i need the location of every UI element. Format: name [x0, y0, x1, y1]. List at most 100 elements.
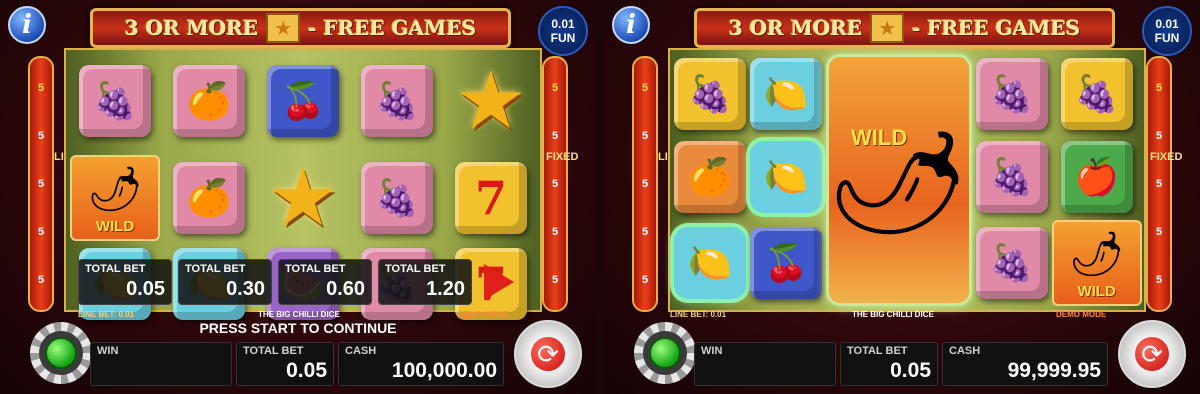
play-arrow-icon[interactable]	[484, 264, 514, 300]
rail-number: 5	[551, 274, 559, 286]
status-light-icon	[45, 337, 77, 369]
rail-number: 5	[551, 82, 559, 94]
plum-symbol: 🍇	[79, 64, 151, 137]
plum-symbol: 🍇	[975, 227, 1048, 299]
game-name: THE BIG CHILLI DICE	[258, 310, 340, 319]
lines-label: LINES	[658, 150, 690, 164]
demo-mode-label: DEMO MODE	[458, 310, 509, 319]
total-bet-display[interactable]: TOTAL BET 0.05	[840, 342, 938, 386]
bet-option-label: TOTAL BET	[285, 263, 346, 275]
title-suffix: - FREE GAMES	[912, 16, 1081, 40]
orange-symbol: 🍊	[173, 64, 245, 137]
rail-number: 5	[551, 178, 559, 190]
game-screen-right: i 3 OR MORE ★ - FREE GAMES 0.01 FUN 5 5 …	[604, 0, 1200, 394]
lines-rail-right: 5 5 5 5 5	[1146, 56, 1172, 312]
star-symbol: ★	[267, 153, 339, 242]
bet-option-label: TOTAL BET	[185, 263, 246, 275]
orange-symbol: 🍊	[173, 161, 245, 234]
rail-number: 5	[37, 226, 45, 238]
info-button[interactable]: i	[612, 6, 650, 44]
title-prefix: 3 OR MORE	[124, 16, 259, 40]
lemon-symbol: 🍋	[750, 140, 822, 213]
reel-cell: 🍋	[750, 54, 822, 133]
demo-mode-label: DEMO MODE	[1056, 310, 1107, 319]
total-bet-display[interactable]: TOTAL BET 0.05	[236, 342, 334, 386]
cash-display: CASH 100,000.00	[338, 342, 504, 386]
denomination-button[interactable]: 0.01 FUN	[538, 6, 588, 56]
plum-symbol: 🍇	[361, 161, 433, 234]
title-prefix: 3 OR MORE	[728, 16, 863, 40]
status-light-icon	[649, 337, 681, 369]
reel-cell: 🍎	[1052, 137, 1142, 216]
plum-symbol: 🍇	[975, 57, 1048, 130]
gear-icon	[643, 331, 687, 375]
orange-symbol: 🍊	[674, 140, 746, 213]
wild-label: WILD	[95, 217, 135, 235]
settings-gear-button[interactable]	[634, 322, 696, 384]
denomination-amount: 0.01	[1155, 17, 1179, 31]
reel-cell: 🍇	[352, 151, 442, 244]
reel-cell: ★	[446, 54, 536, 147]
info-icon: i	[22, 10, 32, 40]
line-bet-label: LINE BET: 0.01	[670, 310, 727, 319]
title-banner: 3 OR MORE ★ - FREE GAMES	[90, 8, 511, 48]
title-suffix: - FREE GAMES	[308, 16, 477, 40]
settings-gear-button[interactable]	[30, 322, 92, 384]
rail-number: 5	[641, 226, 649, 238]
reel-cell: 🍇	[975, 137, 1048, 216]
bet-option-label: TOTAL BET	[385, 263, 446, 275]
status-bar: WIN TOTAL BET 0.05 CASH 99,999.95	[694, 342, 1112, 386]
info-icon: i	[626, 10, 636, 40]
bet-option-1-20[interactable]: TOTAL BET 1.20	[378, 259, 472, 305]
cash-label: CASH	[345, 345, 377, 357]
rail-number: 5	[641, 130, 649, 142]
game-name: THE BIG CHILLI DICE	[852, 310, 934, 319]
reel-cell: 🍇	[1052, 54, 1142, 133]
grapes-symbol: 🍇	[674, 57, 746, 130]
gear-icon	[39, 331, 83, 375]
line-bet-label: LINE BET: 0.01	[78, 310, 135, 319]
plum-symbol: 🍇	[975, 140, 1048, 213]
bet-selector: TOTAL BET 0.05 TOTAL BET 0.30 TOTAL BET …	[78, 258, 538, 306]
lines-rail-left: 5 5 5 5 5	[28, 56, 54, 312]
spin-button[interactable]: ⟳	[1118, 320, 1186, 388]
spin-button[interactable]: ⟳	[514, 320, 582, 388]
rail-number: 5	[1155, 226, 1163, 238]
status-bar: WIN TOTAL BET 0.05 CASH 100,000.00	[90, 342, 508, 386]
reel-cell: 🍇	[674, 54, 746, 133]
reel-cell: 7	[446, 151, 536, 244]
star-icon: ★	[266, 13, 301, 43]
reel-cell: 🍋	[750, 137, 822, 216]
grapes-symbol: 🍇	[1060, 57, 1133, 130]
lines-label: LINES	[54, 150, 86, 164]
total-bet-label: TOTAL BET	[243, 345, 304, 357]
cherries-symbol: 🍒	[267, 64, 339, 137]
cash-label: CASH	[949, 345, 981, 357]
lines-rail-right: 5 5 5 5 5	[542, 56, 568, 312]
reel-cell: 🍊	[674, 137, 746, 216]
bet-option-value: 1.20	[426, 278, 465, 300]
bet-option-0-05[interactable]: TOTAL BET 0.05	[78, 259, 172, 305]
spin-arrows-icon: ⟳	[531, 337, 565, 371]
spin-arrows-icon: ⟳	[1135, 337, 1169, 371]
bet-option-0-30[interactable]: TOTAL BET 0.30	[178, 259, 272, 305]
rail-number: 5	[551, 130, 559, 142]
total-bet-value: 0.05	[286, 359, 327, 382]
rail-number: 5	[1155, 274, 1163, 286]
rail-number: 5	[37, 178, 45, 190]
expanded-wild-symbol: 🌶 WILD	[819, 54, 978, 306]
info-button[interactable]: i	[8, 6, 46, 44]
bet-option-0-60[interactable]: TOTAL BET 0.60	[278, 259, 372, 305]
win-display: WIN	[90, 342, 232, 386]
chilli-icon: 🌶	[87, 164, 143, 214]
denomination-button[interactable]: 0.01 FUN	[1142, 6, 1192, 56]
rail-number: 5	[1155, 82, 1163, 94]
rail-number: 5	[641, 274, 649, 286]
wild-label: WILD	[1077, 283, 1116, 300]
win-display: WIN	[694, 342, 836, 386]
denomination-amount: 0.01	[551, 17, 575, 31]
reel-cell: 🍋	[674, 220, 746, 306]
reel-cell: 🌶 WILD	[1051, 220, 1142, 306]
apple-symbol: 🍎	[1060, 140, 1133, 213]
reel-cell: 🍇	[70, 54, 160, 147]
